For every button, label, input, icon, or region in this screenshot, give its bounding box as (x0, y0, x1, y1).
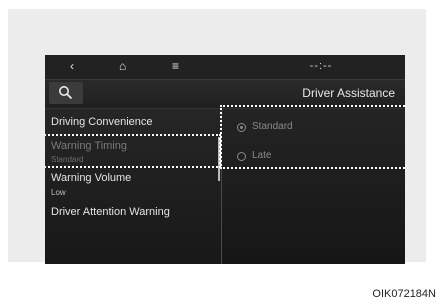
page-title: Driver Assistance (302, 86, 395, 100)
back-icon[interactable]: ‹ (70, 58, 74, 74)
settings-menu: Driving Convenience Warning Timing Stand… (45, 109, 221, 264)
menu-item-warning-volume-value: Low (51, 188, 66, 197)
highlight-timing-options (220, 105, 405, 169)
home-icon[interactable]: ⌂ (119, 58, 126, 74)
search-icon (59, 86, 73, 100)
menu-item-warning-volume[interactable]: Warning Volume (51, 172, 131, 184)
clock: --:-- (309, 60, 333, 72)
menu-item-driving-convenience[interactable]: Driving Convenience (51, 116, 153, 128)
menu-item-driver-attention-warning[interactable]: Driver Attention Warning (51, 206, 170, 218)
menu-icon[interactable]: ≡ (172, 58, 179, 74)
figure-code: OIK072184N (372, 288, 436, 300)
infotainment-screen: ‹ ⌂ ≡ --:-- Driver Assistance Driving Co… (45, 55, 405, 264)
search-button[interactable] (49, 82, 83, 104)
highlight-warning-timing (45, 134, 221, 168)
top-bar: ‹ ⌂ ≡ --:-- (45, 55, 405, 80)
